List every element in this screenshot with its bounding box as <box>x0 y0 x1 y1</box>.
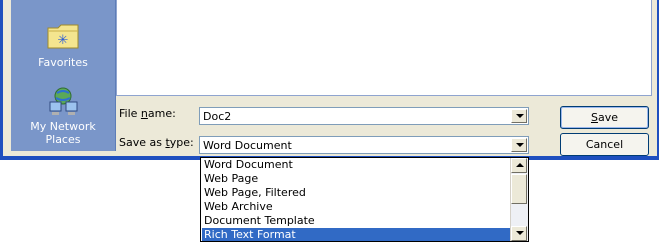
scroll-down-button[interactable] <box>511 226 527 241</box>
svg-text:✳: ✳ <box>58 33 69 48</box>
folder-star-icon: ✳ <box>47 24 79 49</box>
file-name-label: File name: <box>119 107 176 120</box>
dialog-border <box>0 0 3 158</box>
cancel-button[interactable]: Cancel <box>560 133 649 156</box>
file-name-label-prefix: File <box>119 107 141 120</box>
save-as-dialog: ✳ Favorites My Network Places File name:… <box>0 0 659 158</box>
save-as-type-value: Word Document <box>203 139 292 152</box>
network-label-line2: Places <box>45 133 81 146</box>
file-name-field[interactable]: Doc2 <box>199 107 529 125</box>
scroll-thumb[interactable] <box>511 174 527 204</box>
save-as-type-label-prefix: Save as <box>119 136 166 149</box>
chevron-down-icon <box>516 143 524 147</box>
type-option-document-template[interactable]: Document Template <box>202 214 513 228</box>
place-favorites[interactable]: ✳ Favorites <box>11 22 115 69</box>
save-button[interactable]: Save <box>560 106 649 129</box>
save-button-label: ave <box>597 111 618 124</box>
scroll-up-button[interactable] <box>511 158 527 173</box>
save-as-type-dropdown-list[interactable]: Word Document Web Page Web Page, Filtere… <box>200 157 529 242</box>
file-name-label-hotkey: n <box>140 107 148 120</box>
file-name-label-suffix: ame: <box>147 107 176 120</box>
scroll-up-icon <box>516 163 524 167</box>
file-list-area[interactable] <box>116 0 652 96</box>
type-option-word-document[interactable]: Word Document <box>202 158 513 172</box>
save-as-type-label: Save as type: <box>119 136 194 149</box>
dropdown-scrollbar[interactable] <box>510 158 528 241</box>
network-places-icon <box>49 87 78 115</box>
place-my-network[interactable]: My Network Places <box>11 86 115 146</box>
file-name-dropdown-button[interactable] <box>511 109 527 123</box>
network-label-line1: My Network <box>30 120 96 133</box>
type-option-web-archive[interactable]: Web Archive <box>202 200 513 214</box>
favorites-label: Favorites <box>38 56 88 69</box>
cancel-button-label: Cancel <box>585 138 624 151</box>
type-option-rich-text-format[interactable]: Rich Text Format <box>202 228 513 241</box>
save-as-type-dropdown-button[interactable] <box>511 138 527 152</box>
file-name-value: Doc2 <box>203 110 232 123</box>
places-bar: ✳ Favorites My Network Places <box>11 0 116 151</box>
save-as-type-select[interactable]: Word Document <box>199 136 529 154</box>
type-option-web-page-filtered[interactable]: Web Page, Filtered <box>202 186 513 200</box>
save-as-type-label-suffix: ype: <box>169 136 194 149</box>
type-option-web-page[interactable]: Web Page <box>202 172 513 186</box>
save-button-hotkey: S <box>590 111 598 124</box>
chevron-down-icon <box>516 114 524 118</box>
scroll-down-icon <box>516 231 524 235</box>
